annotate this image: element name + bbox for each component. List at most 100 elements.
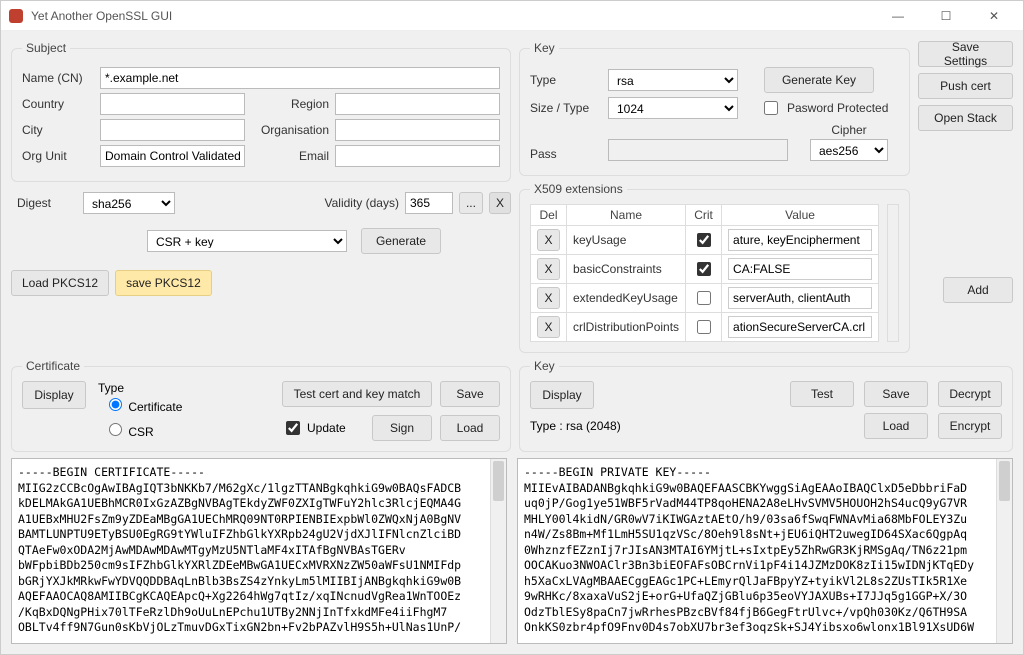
cert-text-wrap <box>11 458 507 644</box>
ext-del-button[interactable]: X <box>537 316 559 338</box>
ext-value-input[interactable] <box>728 229 872 251</box>
ext-crit-checkbox[interactable] <box>697 262 711 276</box>
encrypt-button[interactable]: Encrypt <box>938 413 1002 439</box>
key-legend: Key <box>530 41 559 55</box>
save-settings-button[interactable]: Save Settings <box>918 41 1013 67</box>
key-text-wrap <box>517 458 1013 644</box>
ext-crit-checkbox[interactable] <box>697 233 711 247</box>
cert-display-button[interactable]: Display <box>22 381 86 409</box>
key-size-label: Size / Type <box>530 101 602 115</box>
org-input[interactable] <box>335 119 500 141</box>
email-label: Email <box>257 149 329 163</box>
ext-name: keyUsage <box>567 226 686 255</box>
ext-scrollbar[interactable] <box>887 204 899 342</box>
country-label: Country <box>22 97 94 111</box>
ou-label: Org Unit <box>22 149 94 163</box>
key-scrollbar[interactable] <box>996 459 1012 643</box>
radio-certificate[interactable]: Certificate <box>104 395 182 414</box>
key-load-button[interactable]: Load <box>864 413 928 439</box>
cert-scrollbar[interactable] <box>490 459 506 643</box>
cert-save-button[interactable]: Save <box>440 381 500 407</box>
ext-h-del: Del <box>531 205 567 226</box>
key-save-button[interactable]: Save <box>864 381 928 407</box>
ext-del-button[interactable]: X <box>537 229 559 251</box>
validity-dots-button[interactable]: ... <box>459 192 483 214</box>
country-input[interactable] <box>100 93 245 115</box>
key-textarea[interactable] <box>518 459 996 643</box>
app-icon <box>9 9 23 23</box>
ext-value-input[interactable] <box>728 316 872 338</box>
cipher-label: Cipher <box>831 123 866 137</box>
ext-name: crlDistributionPoints <box>567 313 686 342</box>
ext-name: basicConstraints <box>567 255 686 284</box>
validity-input[interactable] <box>405 192 453 214</box>
ext-value-input[interactable] <box>728 287 872 309</box>
load-pkcs12-button[interactable]: Load PKCS12 <box>11 270 109 296</box>
pass-label: Pass <box>530 147 602 161</box>
cert-type-label: Type <box>98 381 182 395</box>
cert-legend: Certificate <box>22 359 84 373</box>
key-type-line: Type : rsa (2048) <box>530 419 621 433</box>
key-size-select[interactable]: 1024 <box>608 97 738 119</box>
cert-load-button[interactable]: Load <box>440 415 500 441</box>
name-input[interactable] <box>100 67 500 89</box>
push-cert-button[interactable]: Push cert <box>918 73 1013 99</box>
key-group: Key Type rsa Generate Key Size / Type 10… <box>519 41 910 176</box>
decrypt-button[interactable]: Decrypt <box>938 381 1002 407</box>
cipher-select[interactable]: aes256 <box>810 139 888 161</box>
pass-input <box>608 139 788 161</box>
add-ext-button[interactable]: Add <box>943 277 1013 303</box>
generate-button[interactable]: Generate <box>361 228 441 254</box>
ext-h-crit: Crit <box>686 205 722 226</box>
ext-del-button[interactable]: X <box>537 287 559 309</box>
city-label: City <box>22 123 94 137</box>
email-input[interactable] <box>335 145 500 167</box>
ext-value-input[interactable] <box>728 258 872 280</box>
ext-name: extendedKeyUsage <box>567 284 686 313</box>
titlebar: Yet Another OpenSSL GUI — ☐ ✕ <box>1 1 1023 31</box>
ext-row: XcrlDistributionPoints <box>531 313 879 342</box>
digest-select[interactable]: sha256 <box>83 192 175 214</box>
radio-csr[interactable]: CSR <box>104 420 182 439</box>
city-input[interactable] <box>100 119 245 141</box>
key-type-select[interactable]: rsa <box>608 69 738 91</box>
gen-mode-select[interactable]: CSR + key <box>147 230 347 252</box>
ext-crit-checkbox[interactable] <box>697 291 711 305</box>
subject-legend: Subject <box>22 41 70 55</box>
validity-label: Validity (days) <box>325 196 399 210</box>
org-label: Organisation <box>257 123 329 137</box>
maximize-icon[interactable]: ☐ <box>931 9 961 23</box>
subject-group: Subject Name (CN) Country Region City <box>11 41 511 182</box>
generate-key-button[interactable]: Generate Key <box>764 67 874 93</box>
key-display-button[interactable]: Display <box>530 381 594 409</box>
ext-legend: X509 extensions <box>530 182 627 196</box>
password-protected-checkbox[interactable] <box>764 101 778 115</box>
validity-x-button[interactable]: X <box>489 192 511 214</box>
sign-button[interactable]: Sign <box>372 415 432 441</box>
ext-crit-checkbox[interactable] <box>697 320 711 334</box>
ext-row: XkeyUsage <box>531 226 879 255</box>
app-window: Yet Another OpenSSL GUI — ☐ ✕ Subject Na… <box>0 0 1024 655</box>
save-pkcs12-button[interactable]: save PKCS12 <box>115 270 212 296</box>
ext-group: X509 extensions Del Name Crit Value Xkey… <box>519 182 910 353</box>
update-checkbox[interactable]: Update <box>282 418 346 438</box>
content-area: Subject Name (CN) Country Region City <box>1 31 1023 654</box>
close-icon[interactable]: ✕ <box>979 9 1009 23</box>
minimize-icon[interactable]: — <box>883 9 913 23</box>
key-type-label: Type <box>530 73 602 87</box>
ext-row: XbasicConstraints <box>531 255 879 284</box>
test-match-button[interactable]: Test cert and key match <box>282 381 432 407</box>
ext-h-value: Value <box>722 205 879 226</box>
ext-del-button[interactable]: X <box>537 258 559 280</box>
key-panel: Key Display Type : rsa (2048) Test Save … <box>519 359 1013 452</box>
region-input[interactable] <box>335 93 500 115</box>
digest-label: Digest <box>17 196 77 210</box>
password-protected-label: Pasword Protected <box>787 101 888 115</box>
cert-textarea[interactable] <box>12 459 490 643</box>
open-stack-button[interactable]: Open Stack <box>918 105 1013 131</box>
window-title: Yet Another OpenSSL GUI <box>31 9 883 23</box>
ou-input[interactable] <box>100 145 245 167</box>
region-label: Region <box>257 97 329 111</box>
ext-h-name: Name <box>567 205 686 226</box>
key-test-button[interactable]: Test <box>790 381 854 407</box>
